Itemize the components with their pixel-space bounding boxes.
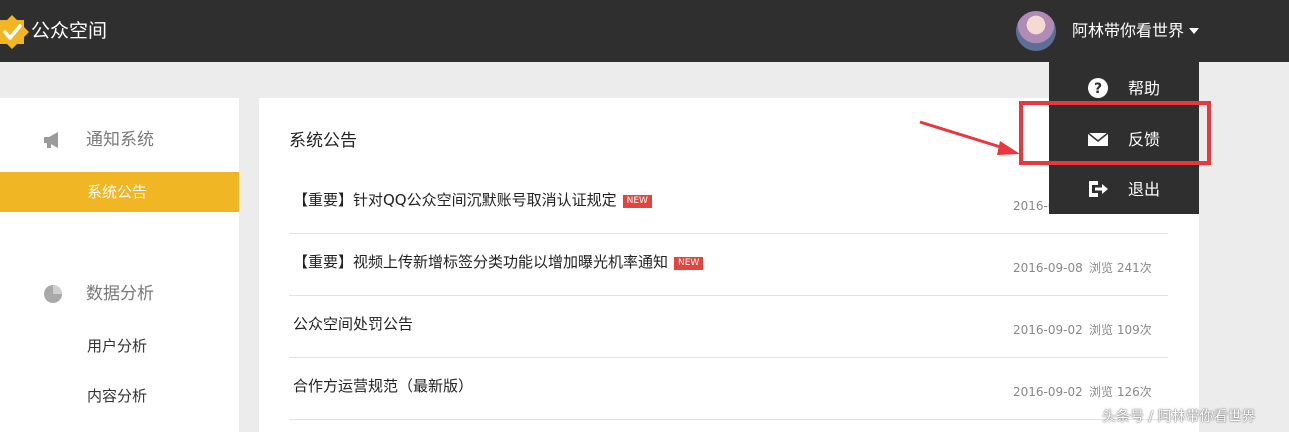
announcement-link[interactable]: 【重要】视频上传新增标签分类功能以增加曝光机率通知 NEW [293, 251, 704, 273]
announcement-title[interactable]: 【重要】视频上传新增标签分类功能以增加曝光机率通知 [293, 253, 668, 271]
announcement-link[interactable]: 公众空间处罚公告 [293, 313, 413, 335]
list-item[interactable]: 【重要】针对QQ公众空间沉默账号取消认证规定 NEW 2016-0 [289, 172, 1168, 234]
announcement-views: 浏览 126次 [1089, 385, 1152, 399]
announcement-link[interactable]: 【重要】针对QQ公众空间沉默账号取消认证规定 NEW [293, 189, 652, 211]
menu-item-label: 帮助 [1128, 79, 1161, 98]
sidebar-section-title: 通知系统 [86, 130, 154, 150]
brand-logo-icon [0, 15, 29, 49]
sidebar-section-data-analysis: 数据分析 [0, 274, 239, 314]
top-bar: 公众空间 阿林带你看世界 [0, 0, 1289, 62]
watermark-text: 头条号 / 阿林带你看世界 [1102, 409, 1256, 425]
sidebar-item-system-announcements[interactable]: 系统公告 [0, 172, 239, 212]
sidebar-section-title: 数据分析 [86, 284, 154, 304]
announcement-title[interactable]: 【重要】针对QQ公众空间沉默账号取消认证规定 [293, 191, 617, 209]
sidebar-item-content-analysis[interactable]: 内容分析 [0, 376, 239, 416]
svg-text:?: ? [1094, 81, 1102, 97]
list-item[interactable]: 公众空间处罚公告 2016-09-02 浏览 109次 [289, 296, 1168, 358]
announcement-views: 浏览 109次 [1089, 323, 1152, 337]
announcement-title[interactable]: 公众空间处罚公告 [293, 315, 413, 333]
list-item[interactable]: 合作方运营规范（最新版） 2016-09-02 浏览 126次 [289, 358, 1168, 420]
announcement-date: 2016-09-02 [1013, 385, 1083, 399]
announcement-title[interactable]: 合作方运营规范（最新版） [293, 377, 473, 395]
annotation-highlight-box [1019, 101, 1211, 165]
annotation-arrow-icon [919, 120, 1020, 155]
sidebar-item-label: 内容分析 [87, 387, 148, 405]
sidebar-item-label: 系统公告 [87, 183, 148, 201]
chevron-down-icon[interactable] [1189, 28, 1199, 34]
new-badge: NEW [622, 195, 652, 208]
list-item[interactable]: 【重要】视频上传新增标签分类功能以增加曝光机率通知 NEW 2016-09-08 … [289, 234, 1168, 296]
menu-item-label: 退出 [1128, 180, 1161, 199]
announcement-date: 2016-09-08 [1013, 261, 1083, 275]
pie-chart-icon [44, 285, 62, 303]
logout-icon [1089, 181, 1108, 197]
sidebar-section-notifications: 通知系统 [0, 120, 239, 160]
page-title: 系统公告 [289, 131, 357, 151]
new-badge: NEW [674, 257, 704, 270]
sidebar-item-label: 用户分析 [87, 337, 148, 355]
user-menu-name[interactable]: 阿林带你看世界 [1072, 20, 1184, 42]
sidebar-item-user-analysis[interactable]: 用户分析 [0, 326, 239, 366]
sidebar: 通知系统 系统公告 数据分析 用户分析 内容分析 [0, 98, 239, 432]
menu-item-logout[interactable]: 退出 [1049, 164, 1199, 214]
avatar[interactable] [1016, 11, 1056, 51]
brand-name[interactable]: 公众空间 [31, 18, 107, 44]
megaphone-icon [44, 132, 58, 148]
announcement-views: 浏览 241次 [1089, 261, 1152, 275]
help-circle-icon: ? [1088, 78, 1108, 98]
announcement-date: 2016-09-02 [1013, 323, 1083, 337]
announcement-link[interactable]: 合作方运营规范（最新版） [293, 375, 473, 397]
